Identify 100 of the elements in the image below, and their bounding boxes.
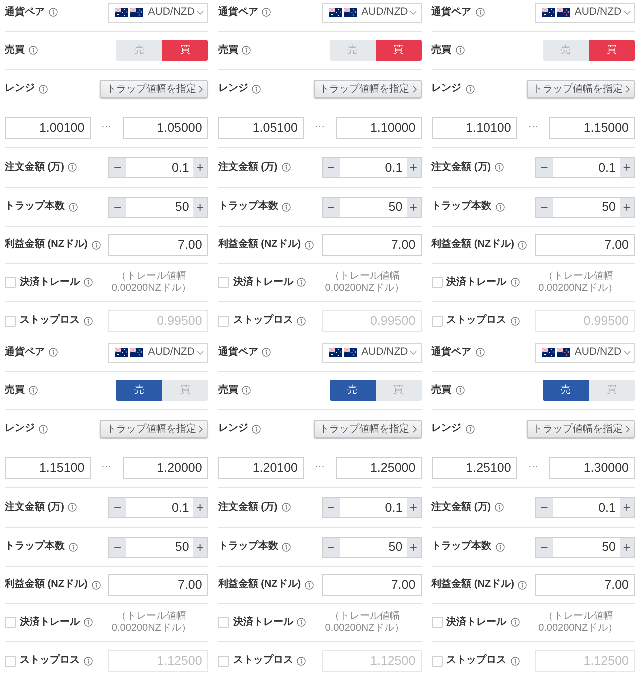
- decrement-button[interactable]: −: [534, 536, 553, 558]
- info-icon: [242, 46, 252, 55]
- stop-loss-checkbox[interactable]: [432, 316, 443, 326]
- decrement-button[interactable]: −: [108, 536, 126, 558]
- decrement-button[interactable]: −: [108, 497, 126, 518]
- profit-field[interactable]: 7.00: [322, 234, 422, 256]
- range-to-field[interactable]: 1.05000: [122, 116, 208, 138]
- trail-label: 決済トレール: [446, 276, 507, 288]
- sell-toggle[interactable]: 売: [542, 380, 589, 401]
- increment-button[interactable]: +: [406, 497, 422, 518]
- increment-button[interactable]: +: [406, 536, 422, 558]
- sell-toggle[interactable]: 売: [116, 380, 162, 401]
- trap-count-field[interactable]: 50: [340, 536, 407, 558]
- decrement-button[interactable]: −: [534, 196, 553, 218]
- increment-button[interactable]: +: [620, 536, 635, 558]
- decrement-button[interactable]: −: [534, 157, 553, 178]
- info-icon: [297, 278, 306, 287]
- range-from-field[interactable]: 1.15100: [5, 456, 91, 478]
- stop-loss-checkbox[interactable]: [218, 316, 230, 326]
- trail-label: 決済トレール: [233, 276, 294, 288]
- trail-checkbox[interactable]: [218, 617, 230, 628]
- increment-button[interactable]: +: [620, 497, 635, 518]
- profit-field[interactable]: 7.00: [534, 234, 635, 256]
- trap-count-field[interactable]: 50: [126, 536, 194, 558]
- buy-toggle[interactable]: 買: [376, 40, 422, 61]
- increment-button[interactable]: +: [193, 497, 208, 518]
- decrement-button[interactable]: −: [322, 196, 340, 218]
- trail-width-note: （トレール値幅 0.00200NZドル）: [538, 611, 620, 634]
- profit-field[interactable]: 7.00: [108, 574, 208, 596]
- range-from-field[interactable]: 1.25100: [432, 456, 518, 478]
- range-to-field[interactable]: 1.25000: [336, 456, 422, 478]
- decrement-button[interactable]: −: [534, 497, 553, 518]
- range-from-field[interactable]: 1.00100: [5, 116, 91, 138]
- decrement-button[interactable]: −: [108, 196, 126, 218]
- trap-width-button[interactable]: トラップ値幅を指定: [100, 420, 208, 438]
- profit-field[interactable]: 7.00: [108, 234, 208, 256]
- decrement-button[interactable]: −: [322, 497, 340, 518]
- order-amount-field[interactable]: 0.1: [552, 157, 620, 178]
- stop-loss-checkbox[interactable]: [218, 656, 230, 666]
- flag-icon: [130, 348, 144, 357]
- stop-loss-label: ストップロス: [446, 655, 507, 667]
- flag-icon: [328, 8, 342, 17]
- stop-loss-checkbox[interactable]: [432, 656, 443, 666]
- range-from-field[interactable]: 1.05100: [218, 116, 304, 138]
- sell-toggle[interactable]: 売: [330, 380, 376, 401]
- trail-checkbox[interactable]: [432, 617, 443, 628]
- trap-count-label: トラップ本数: [218, 541, 278, 553]
- info-icon: [252, 84, 262, 94]
- order-amount-field[interactable]: 0.1: [340, 497, 407, 518]
- decrement-button[interactable]: −: [108, 157, 126, 178]
- trail-checkbox[interactable]: [218, 277, 230, 288]
- range-to-field[interactable]: 1.20000: [122, 456, 208, 478]
- info-icon: [456, 386, 465, 395]
- decrement-button[interactable]: −: [322, 157, 340, 178]
- trap-width-button[interactable]: トラップ値幅を指定: [100, 80, 208, 98]
- currency-pair-label: 通貨ペア: [5, 346, 45, 358]
- order-amount-field[interactable]: 0.1: [340, 157, 407, 178]
- chevron-down-icon: [196, 10, 204, 14]
- trail-checkbox[interactable]: [5, 617, 16, 628]
- trap-count-field[interactable]: 50: [340, 196, 407, 218]
- increment-button[interactable]: +: [406, 157, 422, 178]
- currency-pair-select[interactable]: AUD/NZD: [534, 2, 635, 22]
- currency-pair-select[interactable]: AUD/NZD: [322, 342, 422, 362]
- order-amount-field[interactable]: 0.1: [126, 497, 194, 518]
- order-amount-field[interactable]: 0.1: [552, 497, 620, 518]
- trap-width-button[interactable]: トラップ値幅を指定: [526, 80, 635, 98]
- currency-pair-label: 通貨ペア: [5, 6, 45, 18]
- trap-count-field[interactable]: 50: [552, 196, 620, 218]
- range-to-field[interactable]: 1.10000: [336, 116, 422, 138]
- profit-field[interactable]: 7.00: [322, 574, 422, 596]
- range-from-field[interactable]: 1.10100: [432, 116, 518, 138]
- trail-checkbox[interactable]: [5, 277, 16, 288]
- increment-button[interactable]: +: [406, 196, 422, 218]
- trap-width-button[interactable]: トラップ値幅を指定: [314, 420, 422, 438]
- range-from-field[interactable]: 1.20100: [218, 456, 304, 478]
- increment-button[interactable]: +: [193, 536, 208, 558]
- trail-label: 決済トレール: [20, 276, 80, 288]
- info-icon: [84, 618, 93, 627]
- trap-count-field[interactable]: 50: [126, 196, 194, 218]
- profit-field[interactable]: 7.00: [534, 574, 635, 596]
- trap-width-button[interactable]: トラップ値幅を指定: [314, 80, 422, 98]
- decrement-button[interactable]: −: [322, 536, 340, 558]
- currency-pair-select[interactable]: AUD/NZD: [108, 342, 208, 362]
- order-amount-field[interactable]: 0.1: [126, 157, 194, 178]
- stop-loss-checkbox[interactable]: [5, 316, 16, 326]
- range-to-field[interactable]: 1.15000: [549, 116, 635, 138]
- buy-toggle[interactable]: 買: [588, 40, 635, 61]
- currency-pair-select[interactable]: AUD/NZD: [108, 2, 208, 22]
- range-to-field[interactable]: 1.30000: [549, 456, 635, 478]
- trap-count-field[interactable]: 50: [552, 536, 620, 558]
- increment-button[interactable]: +: [193, 196, 208, 218]
- buy-toggle[interactable]: 買: [162, 40, 208, 61]
- increment-button[interactable]: +: [193, 157, 208, 178]
- increment-button[interactable]: +: [620, 157, 635, 178]
- trail-checkbox[interactable]: [432, 277, 443, 288]
- stop-loss-checkbox[interactable]: [5, 656, 16, 666]
- currency-pair-select[interactable]: AUD/NZD: [534, 342, 635, 362]
- trap-width-button[interactable]: トラップ値幅を指定: [526, 420, 635, 438]
- increment-button[interactable]: +: [620, 196, 635, 218]
- currency-pair-select[interactable]: AUD/NZD: [322, 2, 422, 22]
